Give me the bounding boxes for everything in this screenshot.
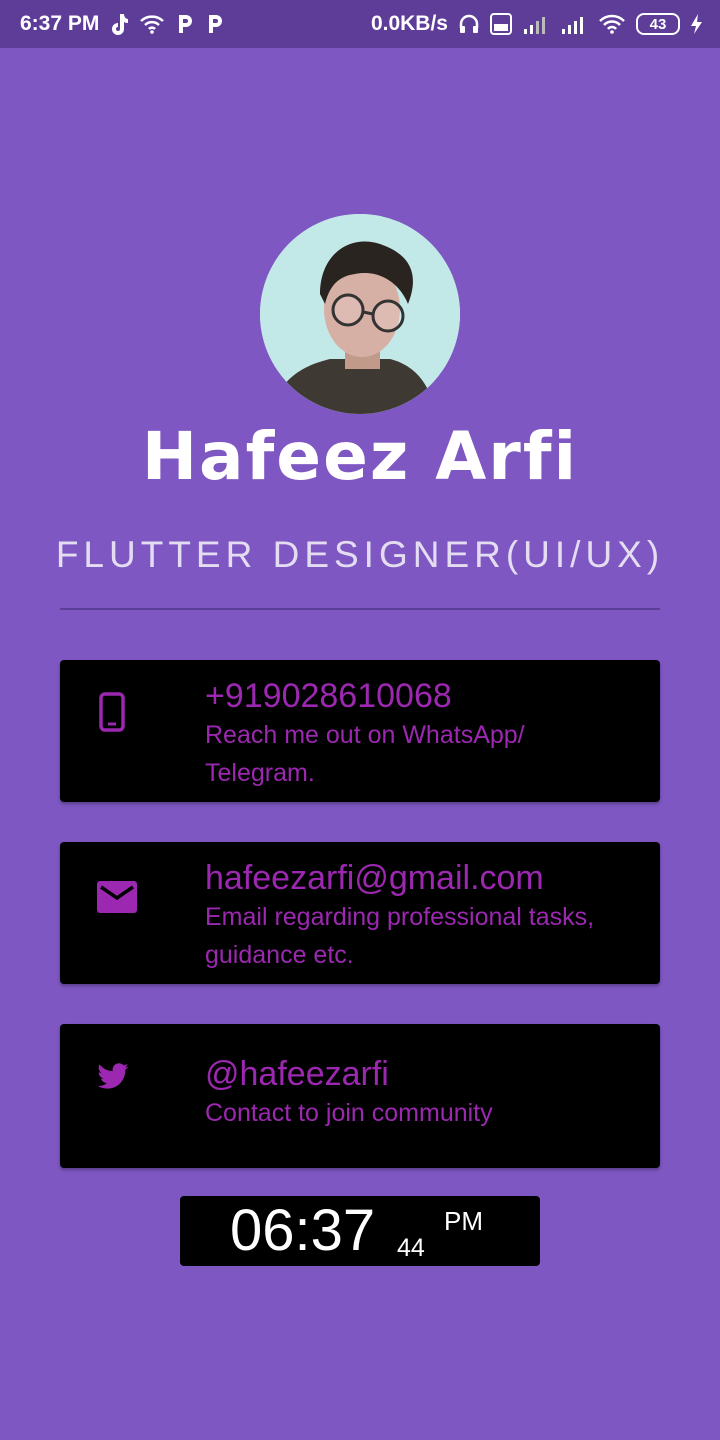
headphones-icon [458,13,480,35]
tiktok-icon [109,13,129,35]
volte-icon [490,13,512,35]
avatar [260,214,460,414]
phone-card-text: +919028610068 Reach me out on WhatsApp/ … [205,676,640,792]
profile-name: Hafeez Arfi [141,418,579,495]
signal-icon [560,13,588,35]
battery-icon: 43 [636,13,680,35]
charging-icon [690,13,704,35]
phone-description: Reach me out on WhatsApp/ Telegram. [205,721,525,787]
email-card[interactable]: hafeezarfi@gmail.com Email regarding pro… [60,842,660,984]
status-bar-left: 6:37 PM [20,12,225,36]
email-icon [96,880,138,919]
twitter-icon [96,1062,130,1097]
signal-icon [522,13,550,35]
p-icon [175,13,195,35]
status-bar-right: 0.0KB/s 43 [371,12,704,36]
profile-title: FLUTTER DESIGNER(UI/UX) [55,534,665,575]
phone-card[interactable]: +919028610068 Reach me out on WhatsApp/ … [60,660,660,802]
battery-level: 43 [649,15,667,33]
phone-number: +919028610068 [205,677,452,715]
phone-icon [96,692,128,737]
twitter-card[interactable]: @hafeezarfi Contact to join community [60,1024,660,1168]
email-address: hafeezarfi@gmail.com [205,859,544,897]
status-bar: 6:37 PM 0.0KB/s 43 [0,0,720,48]
network-speed: 0.0KB/s [370,12,448,35]
twitter-card-text: @hafeezarfi Contact to join community [205,1054,640,1132]
twitter-handle: @hafeezarfi [205,1055,389,1093]
divider [60,608,660,610]
status-time: 6:37 PM [20,12,100,35]
digital-clock: 06:37 44 PM [180,1196,540,1266]
clock-time: 06:37 [230,1198,376,1263]
wifi-icon [139,14,165,34]
wifi-icon [598,14,626,34]
email-description: Email regarding professional tasks, guid… [205,903,595,969]
email-card-text: hafeezarfi@gmail.com Email regarding pro… [205,858,640,974]
twitter-description: Contact to join community [205,1099,493,1127]
p-icon [205,13,225,35]
clock-seconds: 44 [397,1234,425,1262]
clock-ampm: PM [444,1206,483,1236]
